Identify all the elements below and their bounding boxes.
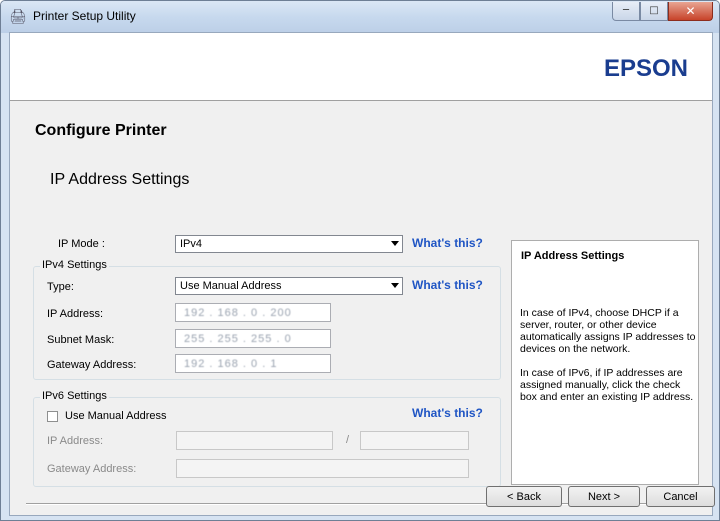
subnet-mask-label: Subnet Mask: xyxy=(47,334,115,346)
info-paragraph-ipv6: In case of IPv6, if IP addresses are ass… xyxy=(520,367,694,403)
ipv4-group-title: IPv4 Settings xyxy=(40,259,109,271)
ipv6-ip-address-label: IP Address: xyxy=(47,435,104,447)
ip-mode-help-link[interactable]: What's this? xyxy=(412,236,483,250)
section-title: IP Address Settings xyxy=(50,171,190,188)
window-controls: ─ □ ✕ xyxy=(612,2,713,22)
maximize-button[interactable]: □ xyxy=(640,2,668,21)
info-panel: IP Address Settings In case of IPv4, cho… xyxy=(511,240,699,485)
ipv4-type-select[interactable]: Use Manual Address xyxy=(175,277,403,295)
printer-setup-window: 🖨 Printer Setup Utility ─ □ ✕ EPSON Conf… xyxy=(0,0,720,521)
ip-mode-select[interactable]: IPv4 xyxy=(175,235,403,253)
ipv4-type-value: Use Manual Address xyxy=(180,280,282,292)
ipv6-prefix-length-field[interactable] xyxy=(360,431,469,450)
ipv6-group-title: IPv6 Settings xyxy=(40,390,109,402)
page-title: Configure Printer xyxy=(35,122,167,139)
minimize-button[interactable]: ─ xyxy=(612,2,640,21)
gateway-address-value: 192 . 168 . 0 . 1 xyxy=(184,358,278,370)
ipv6-ip-address-field[interactable] xyxy=(176,431,333,450)
ipv4-type-help-link[interactable]: What's this? xyxy=(412,278,483,292)
ipv6-gateway-field[interactable] xyxy=(176,459,469,478)
ip-mode-value: IPv4 xyxy=(180,238,203,250)
chevron-down-icon xyxy=(391,283,399,288)
cancel-button[interactable]: Cancel xyxy=(646,486,715,507)
ipv6-prefix-separator: / xyxy=(346,434,350,446)
ipv6-gateway-label: Gateway Address: xyxy=(47,463,137,475)
ipv6-manual-checkbox[interactable] xyxy=(47,411,58,422)
back-button[interactable]: < Back xyxy=(486,486,562,507)
subnet-mask-value: 255 . 255 . 255 . 0 xyxy=(184,333,292,345)
title-bar[interactable]: 🖨 Printer Setup Utility ─ □ ✕ xyxy=(1,1,719,33)
chevron-down-icon xyxy=(391,241,399,246)
main-content: Configure Printer IP Address Settings IP… xyxy=(10,101,712,515)
ip-address-field[interactable]: 192 . 168 . 0 . 200 xyxy=(175,303,331,322)
ipv6-help-link[interactable]: What's this? xyxy=(412,406,483,420)
client-area: EPSON Configure Printer IP Address Setti… xyxy=(9,32,713,516)
window-title: Printer Setup Utility xyxy=(33,9,136,23)
ipv4-type-label: Type: xyxy=(47,281,74,293)
ip-address-value: 192 . 168 . 0 . 200 xyxy=(184,307,292,319)
subnet-mask-field[interactable]: 255 . 255 . 255 . 0 xyxy=(175,329,331,348)
info-panel-title: IP Address Settings xyxy=(521,250,625,262)
ip-address-label: IP Address: xyxy=(47,308,104,320)
epson-logo: EPSON xyxy=(603,55,688,82)
ip-mode-label: IP Mode : xyxy=(58,238,105,250)
info-paragraph-ipv4: In case of IPv4, choose DHCP if a server… xyxy=(520,307,696,355)
next-button[interactable]: Next > xyxy=(568,486,640,507)
close-button[interactable]: ✕ xyxy=(668,2,713,21)
gateway-address-field[interactable]: 192 . 168 . 0 . 1 xyxy=(175,354,331,373)
gateway-address-label: Gateway Address: xyxy=(47,359,137,371)
header-banner: EPSON xyxy=(10,33,712,101)
printer-setup-app-icon: 🖨 xyxy=(9,9,27,25)
ipv6-manual-label[interactable]: Use Manual Address xyxy=(65,410,167,422)
